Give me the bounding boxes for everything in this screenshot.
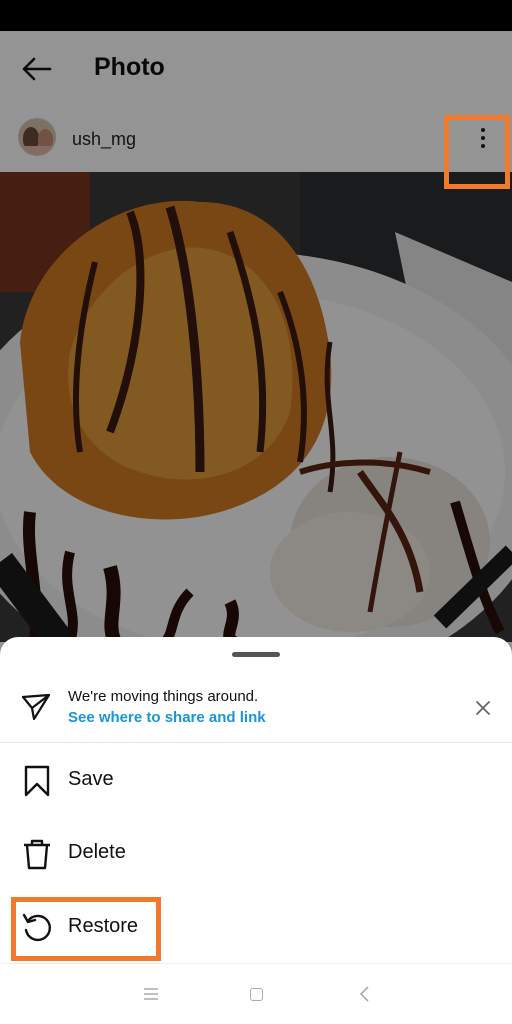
menu-item-save[interactable]: Save <box>0 752 512 808</box>
menu-item-label: Save <box>68 768 114 790</box>
highlight-box-restore <box>11 897 161 961</box>
share-link[interactable]: See where to share and link <box>68 709 266 726</box>
nav-back-icon[interactable] <box>358 986 370 1002</box>
notice-text: We're moving things around. <box>68 688 259 705</box>
bookmark-icon <box>24 765 50 797</box>
recents-icon[interactable] <box>144 988 158 1000</box>
close-icon[interactable] <box>470 695 496 721</box>
notice-banner: We're moving things around. See where to… <box>0 677 512 743</box>
home-icon[interactable] <box>250 988 263 1001</box>
highlight-box-more <box>444 115 510 189</box>
menu-item-label: Delete <box>68 841 126 863</box>
trash-icon <box>24 839 50 870</box>
sheet-grabber[interactable] <box>232 652 280 657</box>
menu-item-delete[interactable]: Delete <box>0 825 512 881</box>
send-icon <box>21 693 51 721</box>
status-bar <box>0 0 512 31</box>
system-nav-bar <box>0 963 512 1024</box>
